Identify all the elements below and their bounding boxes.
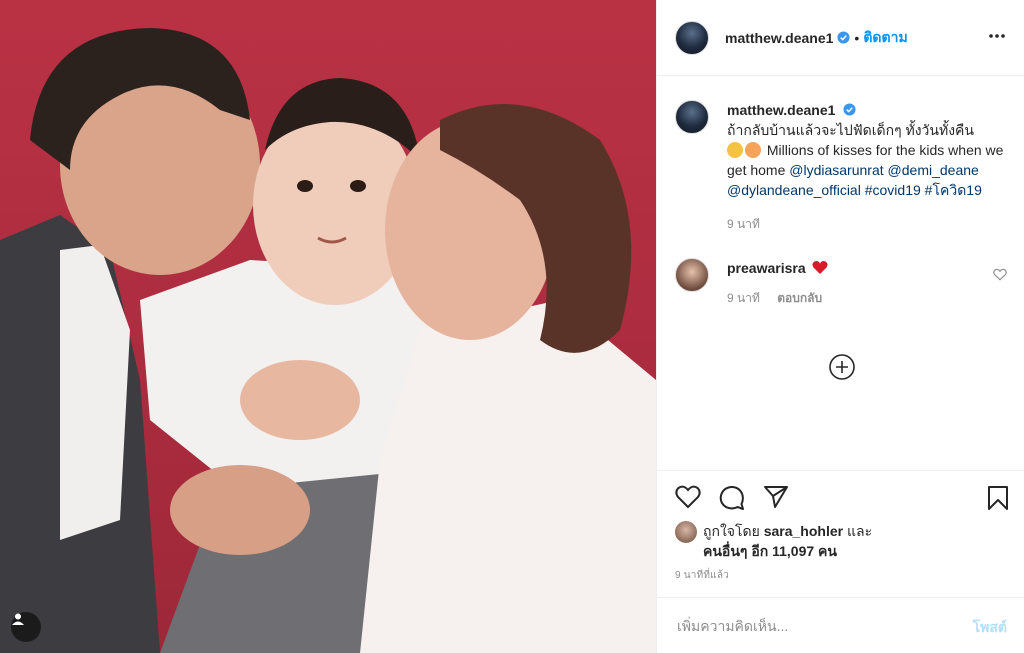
comment-time[interactable]: 9 นาที (727, 291, 760, 305)
caption-row: matthew.deane1 ถ้ากลับบ้านแล้วจะไปฟัดเด็… (675, 100, 1007, 234)
comment-meta: 9 นาที ตอบกลับ (727, 288, 1007, 308)
reply-button[interactable]: ตอบกลับ (777, 291, 822, 305)
likes-summary: ถูกใจโดย sara_hohler และ คนอื่นๆ อีก 11,… (675, 521, 872, 561)
caption-username[interactable]: matthew.deane1 (727, 102, 835, 118)
hashtag-link[interactable]: #โควิด19 (925, 182, 982, 198)
comment-row: preawarisra 9 นาที ตอบกลับ (675, 258, 1007, 308)
post-photo[interactable] (0, 0, 656, 653)
likes-text: ถูกใจโดย sara_hohler และ คนอื่นๆ อีก 11,… (703, 521, 872, 561)
red-heart-emoji (811, 261, 828, 274)
likes-prefix: ถูกใจโดย (703, 523, 760, 539)
caption-body: matthew.deane1 ถ้ากลับบ้านแล้วจะไปฟัดเด็… (727, 100, 1007, 234)
verified-icon (843, 103, 856, 116)
commenter-username[interactable]: preawarisra (727, 260, 806, 276)
follow-button[interactable]: ติดตาม (863, 27, 907, 49)
photo-illustration (0, 28, 656, 653)
mention-link[interactable]: @dylandeane_official (727, 182, 861, 198)
comments-list: matthew.deane1 ถ้ากลับบ้านแล้วจะไปฟัดเด็… (675, 100, 1007, 308)
add-comment-input[interactable] (675, 613, 939, 639)
post-actions: ถูกใจโดย sara_hohler และ คนอื่นๆ อีก 11,… (657, 470, 1024, 560)
post-comment-button[interactable]: โพสต์ (973, 617, 1007, 639)
hug-emoji (727, 142, 743, 158)
bookmark-icon[interactable] (987, 485, 1009, 516)
caption-thai-text: ถ้ากลับบ้านแล้วจะไปฟัดเด็กๆ ทั้งวันทั้งค… (727, 122, 974, 138)
share-icon[interactable] (763, 485, 789, 516)
others-likes-link[interactable]: คนอื่นๆ อีก 11,097 คน (703, 543, 837, 559)
plus-circle-icon[interactable] (829, 354, 855, 380)
verified-icon (837, 31, 850, 44)
hashtag-link[interactable]: #covid19 (865, 182, 921, 198)
add-comment-bar: โพสต์ (657, 597, 1024, 653)
caption-avatar[interactable] (675, 100, 709, 134)
caption-time[interactable]: 9 นาที (727, 214, 1007, 234)
commenter-avatar[interactable] (675, 258, 709, 292)
mention-link[interactable]: @lydiasarunrat (789, 162, 883, 178)
liker-username[interactable]: sara_hohler (764, 523, 843, 539)
kiss-emoji (745, 142, 761, 158)
author-username[interactable]: matthew.deane1 (725, 30, 833, 46)
action-icons (675, 485, 789, 516)
comment-icon[interactable] (719, 485, 745, 516)
comment-body: preawarisra 9 นาที ตอบกลับ (727, 258, 1007, 308)
more-icon[interactable] (987, 26, 1007, 46)
heart-icon[interactable] (675, 485, 701, 516)
mention-link[interactable]: @demi_deane (888, 162, 979, 178)
post-side-panel: matthew.deane1 • ติดตาม matthew.deane1 ถ… (656, 0, 1024, 653)
header-separator: • (854, 29, 860, 46)
likes-and: และ (846, 523, 873, 539)
author-avatar[interactable] (675, 20, 709, 55)
liker-avatar[interactable] (675, 521, 697, 543)
user-tag-icon[interactable] (11, 612, 41, 642)
post-time-ago[interactable]: 9 นาทีที่แล้ว (675, 568, 729, 583)
comment-like-heart-icon[interactable] (993, 268, 1007, 281)
instagram-post: matthew.deane1 • ติดตาม matthew.deane1 ถ… (0, 0, 1024, 653)
post-header: matthew.deane1 • ติดตาม (657, 0, 1024, 76)
